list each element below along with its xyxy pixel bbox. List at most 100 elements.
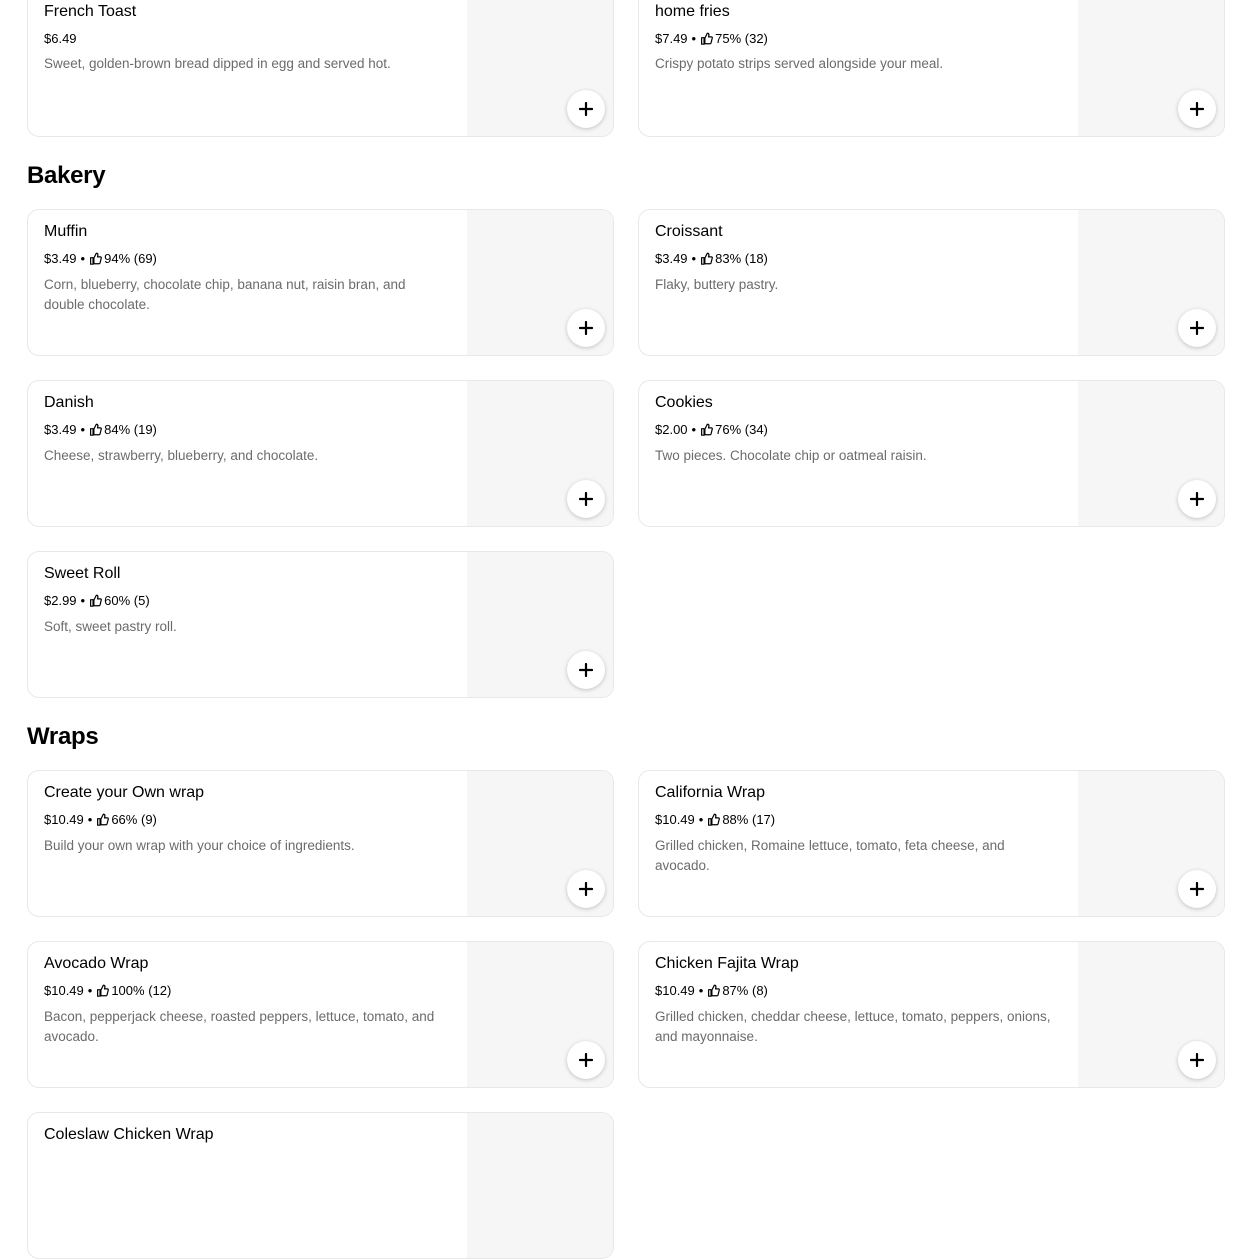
menu-item-card[interactable]: French Toast $6.49 Sweet, golden-brown b… xyxy=(27,0,614,137)
section-title-bakery: Bakery xyxy=(27,162,106,189)
item-meta: $10.49 • 87% (8) xyxy=(655,983,768,998)
item-meta: $3.49 • 84% (19) xyxy=(44,422,157,437)
thumbs-up-icon xyxy=(97,813,110,826)
separator-dot: • xyxy=(80,422,86,437)
item-meta: $10.49 • 66% (9) xyxy=(44,812,157,827)
menu-item-card[interactable]: home fries $7.49 • 75% (32) Crispy potat… xyxy=(638,0,1225,137)
add-to-cart-button[interactable] xyxy=(567,480,605,518)
section-title-wraps: Wraps xyxy=(27,723,99,750)
item-price: $7.49 xyxy=(655,31,688,46)
item-rating-count: (17) xyxy=(751,812,776,827)
item-rating-count: (12) xyxy=(148,983,172,998)
item-rating-count: (69) xyxy=(133,251,157,266)
add-to-cart-button[interactable] xyxy=(567,309,605,347)
menu-item-card[interactable]: Sweet Roll $2.99 • 60% (5) Soft, sweet p… xyxy=(27,551,614,698)
separator-dot: • xyxy=(691,31,697,46)
item-rating: 84% xyxy=(104,422,131,437)
item-description: Corn, blueberry, chocolate chip, banana … xyxy=(44,277,406,312)
plus-icon xyxy=(579,492,593,506)
item-rating: 76% xyxy=(715,422,742,437)
item-price: $10.49 xyxy=(655,983,695,998)
menu-item-card[interactable]: California Wrap $10.49 • 88% (17) Grille… xyxy=(638,770,1225,917)
item-description: Crispy potato strips served alongside yo… xyxy=(655,56,944,71)
item-rating-count: (18) xyxy=(744,251,768,266)
plus-icon xyxy=(579,663,593,677)
menu-item-card[interactable]: Chicken Fajita Wrap $10.49 • 87% (8) Gri… xyxy=(638,941,1225,1088)
separator-dot: • xyxy=(87,812,93,827)
plus-icon xyxy=(1190,102,1204,116)
thumbs-up-icon xyxy=(90,594,103,607)
item-meta: $7.49 • 75% (32) xyxy=(655,31,768,46)
separator-dot: • xyxy=(691,251,697,266)
plus-icon xyxy=(1190,321,1204,335)
menu-item-card[interactable]: Cookies $2.00 • 76% (34) Two pieces. Cho… xyxy=(638,380,1225,527)
add-to-cart-button[interactable] xyxy=(567,870,605,908)
menu-item-card[interactable]: Avocado Wrap $10.49 • 100% (12) Bacon, p… xyxy=(27,941,614,1088)
add-to-cart-button[interactable] xyxy=(1178,1041,1216,1079)
item-title: Coleslaw Chicken Wrap xyxy=(44,1126,214,1143)
menu-item-card[interactable]: Coleslaw Chicken Wrap xyxy=(27,1112,614,1259)
item-title: Danish xyxy=(44,394,94,411)
item-meta: $10.49 • 88% (17) xyxy=(655,812,775,827)
item-title: Cookies xyxy=(655,394,713,411)
menu-item-card[interactable]: Danish $3.49 • 84% (19) Cheese, strawber… xyxy=(27,380,614,527)
plus-icon xyxy=(579,882,593,896)
item-rating: 75% xyxy=(715,31,742,46)
thumbs-up-icon xyxy=(708,984,721,997)
menu-item-card[interactable]: Create your Own wrap $10.49 • 66% (9) Bu… xyxy=(27,770,614,917)
item-rating: 88% xyxy=(722,812,749,827)
item-rating: 83% xyxy=(715,251,742,266)
item-title: Chicken Fajita Wrap xyxy=(655,955,799,972)
item-price: $6.49 xyxy=(44,31,77,46)
item-title: Croissant xyxy=(655,223,723,240)
item-description: Sweet, golden-brown bread dipped in egg … xyxy=(44,56,391,71)
item-price: $10.49 xyxy=(44,812,84,827)
plus-icon xyxy=(1190,882,1204,896)
item-description: Cheese, strawberry, blueberry, and choco… xyxy=(44,448,319,463)
item-rating: 60% xyxy=(104,593,131,608)
add-to-cart-button[interactable] xyxy=(1178,480,1216,518)
item-description: Soft, sweet pastry roll. xyxy=(44,619,177,634)
thumbs-up-icon xyxy=(90,423,103,436)
item-rating: 66% xyxy=(111,812,138,827)
item-description: Flaky, buttery pastry. xyxy=(655,277,779,292)
item-description: Grilled chicken, Romaine lettuce, tomato… xyxy=(655,838,1005,873)
item-meta: $3.49 • 94% (69) xyxy=(44,251,157,266)
add-to-cart-button[interactable] xyxy=(567,651,605,689)
item-description: Two pieces. Chocolate chip or oatmeal ra… xyxy=(655,448,927,463)
separator-dot: • xyxy=(80,593,86,608)
add-to-cart-button[interactable] xyxy=(567,1041,605,1079)
item-title: California Wrap xyxy=(655,784,765,801)
separator-dot: • xyxy=(691,422,697,437)
separator-dot: • xyxy=(87,983,93,998)
item-rating-count: (9) xyxy=(140,812,157,827)
item-title: French Toast xyxy=(44,3,137,20)
plus-icon xyxy=(579,102,593,116)
item-price: $3.49 xyxy=(44,251,77,266)
plus-icon xyxy=(1190,1053,1204,1067)
thumbs-up-icon xyxy=(708,813,721,826)
menu-item-card[interactable]: Muffin $3.49 • 94% (69) Corn, blueberry,… xyxy=(27,209,614,356)
item-meta: $3.49 • 83% (18) xyxy=(655,251,768,266)
add-to-cart-button[interactable] xyxy=(567,90,605,128)
item-rating-count: (8) xyxy=(751,983,768,998)
item-title: Muffin xyxy=(44,223,88,240)
add-to-cart-button[interactable] xyxy=(1178,870,1216,908)
item-price: $3.49 xyxy=(44,422,77,437)
separator-dot: • xyxy=(698,812,704,827)
item-image xyxy=(467,1113,613,1258)
item-price: $2.00 xyxy=(655,422,688,437)
thumbs-up-icon xyxy=(701,423,714,436)
plus-icon xyxy=(579,321,593,335)
item-title: Create your Own wrap xyxy=(44,784,205,801)
thumbs-up-icon xyxy=(90,252,103,265)
add-to-cart-button[interactable] xyxy=(1178,90,1216,128)
menu-item-card[interactable]: Croissant $3.49 • 83% (18) Flaky, butter… xyxy=(638,209,1225,356)
item-rating-count: (19) xyxy=(133,422,157,437)
thumbs-up-icon xyxy=(701,252,714,265)
item-rating-count: (34) xyxy=(744,422,768,437)
item-rating: 87% xyxy=(722,983,749,998)
add-to-cart-button[interactable] xyxy=(1178,309,1216,347)
item-price: $10.49 xyxy=(44,983,84,998)
plus-icon xyxy=(1190,492,1204,506)
